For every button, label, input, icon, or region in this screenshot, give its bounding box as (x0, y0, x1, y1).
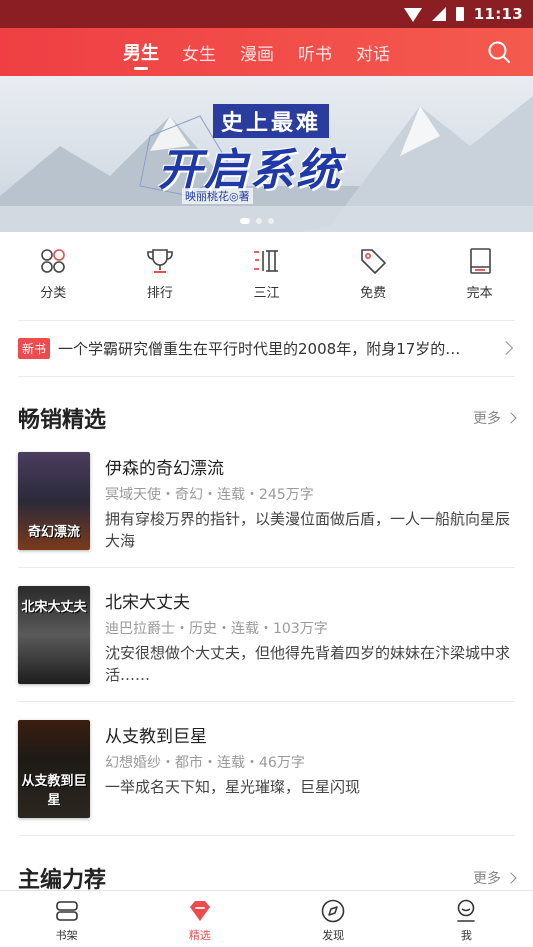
divider (18, 835, 515, 836)
book-description: 沈安很想做个大丈夫，但他得先背着四岁的妹妹在汴梁城中求活…… (105, 644, 511, 684)
cover-title: 从支教到巨星 (21, 774, 87, 808)
nav-label: 精选 (188, 929, 211, 942)
top-nav: 男生 女生 漫画 听书 对话 (0, 28, 533, 76)
cover-title: 奇幻漂流 (27, 525, 80, 540)
category-label: 三江 (253, 286, 280, 301)
bestseller-header: 畅销精选 更多 (18, 400, 517, 436)
new-book-badge: 新书 (18, 337, 51, 359)
bookshelf-icon (55, 901, 78, 921)
nav-bookshelf[interactable]: 书架 (0, 891, 133, 947)
bestseller-more-link[interactable]: 更多 (473, 408, 517, 428)
promo-banner[interactable]: 史上最难 开启系统 映丽桃花◎著 (0, 76, 533, 232)
chevron-right-icon (498, 340, 514, 356)
chevron-right-icon (505, 412, 517, 424)
divider (18, 376, 515, 377)
more-label: 更多 (473, 871, 501, 887)
divider (18, 567, 515, 568)
category-label: 完本 (466, 286, 493, 301)
book-item[interactable]: 从支教到巨星 从支教到巨星 幻想婚纱・都市・连载・46万字 一举成名天下知，星光… (18, 720, 515, 838)
nav-label: 我 (460, 929, 472, 942)
editor-picks-more-link[interactable]: 更多 (473, 868, 517, 888)
book-cover: 奇幻漂流 (18, 452, 90, 550)
banner-pagination (240, 218, 274, 224)
nav-label: 发现 (322, 929, 345, 942)
sanjiang-icon (254, 250, 279, 272)
tab-audiobooks[interactable]: 听书 (286, 28, 344, 76)
divider (18, 701, 515, 702)
bottom-nav: 书架 精选 发现 我 (0, 890, 533, 947)
new-book-ticker[interactable]: 新书 一个学霸研究僧重生在平行时代里的2008年，附身17岁的… (18, 332, 515, 364)
book-meta: 迪巴拉爵士・历史・连载・103万字 (105, 621, 328, 637)
battery-icon (455, 7, 464, 21)
category-completed[interactable]: 完本 (426, 240, 533, 312)
section-title: 畅销精选 (18, 407, 107, 433)
book-icon (469, 248, 491, 274)
category-free[interactable]: 免费 (320, 240, 427, 312)
book-item[interactable]: 北宋大丈夫 北宋大丈夫 迪巴拉爵士・历史・连载・103万字 沈安很想做个大丈夫，… (18, 586, 515, 704)
more-label: 更多 (473, 411, 501, 427)
cover-title: 北宋大丈夫 (21, 600, 87, 615)
chevron-right-icon (505, 872, 517, 884)
tab-female[interactable]: 女生 (170, 28, 228, 76)
banner-dot (268, 218, 274, 224)
tab-male[interactable]: 男生 (112, 28, 170, 76)
book-title: 从支教到巨星 (105, 727, 207, 747)
book-description: 一举成名天下知，星光璀璨，巨星闪现 (105, 778, 361, 796)
book-meta: 幻想婚纱・都市・连载・46万字 (105, 755, 305, 771)
book-item[interactable]: 奇幻漂流 伊森的奇幻漂流 冥域天使・奇幻・连载・245万字 拥有穿梭万界的指针，… (18, 452, 515, 570)
book-cover: 北宋大丈夫 (18, 586, 90, 684)
category-sanjiang[interactable]: 三江 (213, 240, 320, 312)
category-label: 免费 (360, 286, 387, 301)
nav-profile[interactable]: 我 (400, 891, 533, 947)
banner-dot (256, 218, 262, 224)
compass-icon (321, 899, 345, 923)
diamond-icon (189, 901, 210, 921)
trophy-icon (147, 249, 173, 273)
search-icon[interactable] (487, 40, 511, 64)
tab-comics[interactable]: 漫画 (228, 28, 286, 76)
grid-circles-icon (41, 249, 66, 273)
book-meta: 冥域天使・奇幻・连载・245万字 (105, 487, 314, 503)
status-time: 11:13 (473, 5, 523, 23)
book-description: 拥有穿梭万界的指针，以美漫位面做后盾，一人一船航向星辰大海 (105, 510, 511, 550)
category-shortcuts: 分类 排行 三江 免费 完本 (0, 240, 533, 312)
tab-dialogue[interactable]: 对话 (344, 28, 402, 76)
status-bar: 11:13 (0, 0, 533, 28)
banner-subtitle: 史上最难 (213, 104, 330, 138)
nav-featured[interactable]: 精选 (133, 891, 266, 947)
divider (18, 320, 515, 321)
channel-tabs: 男生 女生 漫画 听书 对话 (112, 28, 402, 76)
banner-author: 映丽桃花◎著 (182, 188, 253, 204)
signal-icon (431, 7, 446, 21)
profile-icon (457, 899, 476, 922)
book-cover: 从支教到巨星 (18, 720, 90, 818)
book-title: 北宋大丈夫 (105, 593, 190, 613)
nav-label: 书架 (55, 929, 78, 942)
banner-dot (240, 218, 250, 224)
book-title: 伊森的奇幻漂流 (105, 459, 224, 479)
nav-discover[interactable]: 发现 (267, 891, 400, 947)
category-label: 排行 (146, 286, 173, 301)
category-label: 分类 (40, 286, 67, 301)
ticker-text: 一个学霸研究僧重生在平行时代里的2008年，附身17岁的… (58, 339, 461, 358)
category-ranking[interactable]: 排行 (107, 240, 214, 312)
category-classify[interactable]: 分类 (0, 240, 107, 312)
tag-icon (361, 249, 386, 274)
wifi-icon (403, 8, 422, 22)
